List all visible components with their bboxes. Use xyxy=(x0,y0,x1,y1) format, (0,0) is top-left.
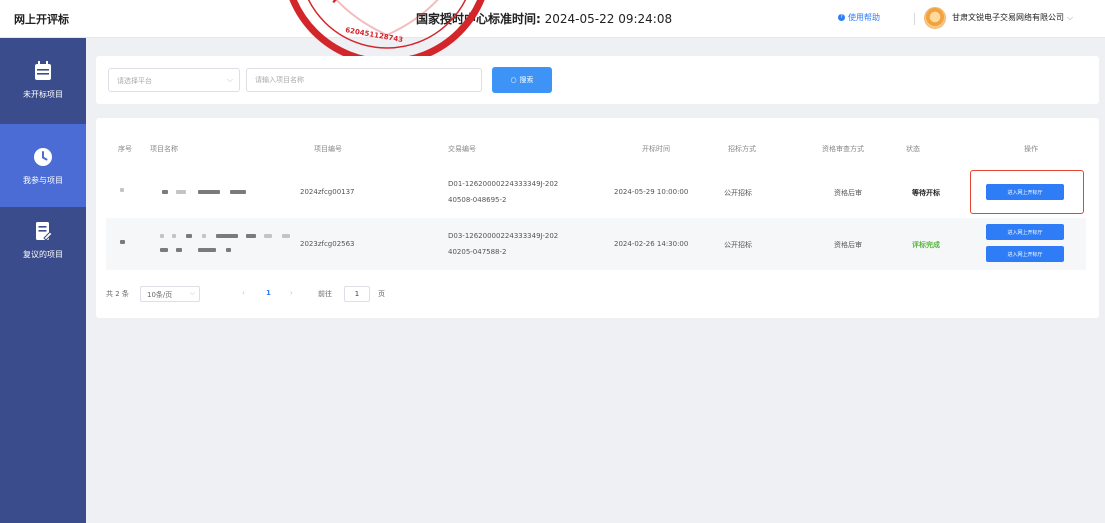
chevron-down-icon: ⌵ xyxy=(189,289,195,297)
project-name-blurred xyxy=(198,190,220,194)
project-name-blurred xyxy=(246,234,256,238)
server-time: 国家授时中心标准时间: 2024-05-22 09:24:08 xyxy=(416,10,672,27)
sidebar: 未开标项目 我参与项目 复议的项目 xyxy=(0,38,86,523)
review-method: 资格后审 xyxy=(834,189,862,197)
sidebar-item-label: 复议的项目 xyxy=(23,250,63,259)
col-project-name: 项目名称 xyxy=(150,145,178,153)
calendar-icon xyxy=(35,61,51,80)
search-icon: ○ xyxy=(510,76,517,84)
top-header: 网上开评标 国家授时中心标准时间: 2024-05-22 09:24:08 ? … xyxy=(0,0,1105,38)
page-size-value: 10条/页 xyxy=(147,291,173,299)
current-page[interactable]: 1 xyxy=(266,289,271,297)
project-name-blurred xyxy=(226,248,231,252)
server-time-label: 国家授时中心标准时间: xyxy=(416,12,541,26)
project-name-blurred xyxy=(160,248,168,252)
table-row: 2023zfcg02563 D03-12620000224333349J-202… xyxy=(106,218,1086,270)
goto-label: 前往 xyxy=(318,290,332,298)
page-size-select[interactable]: 10条/页 ⌵ xyxy=(140,286,200,302)
trade-code-line-2: 40508-048695-2 xyxy=(448,196,507,204)
project-name-blurred xyxy=(230,190,246,194)
filter-panel: 请选择平台 ⌵ ○ 搜索 xyxy=(96,56,1099,104)
project-name-input[interactable] xyxy=(246,68,482,92)
project-code: 2023zfcg02563 xyxy=(300,240,355,248)
next-page-icon[interactable]: › xyxy=(290,289,293,297)
company-name: 甘肃文锐电子交易网络有限公司 xyxy=(952,13,1064,22)
platform-select[interactable]: 请选择平台 ⌵ xyxy=(108,68,240,92)
clock-icon xyxy=(34,148,52,166)
document-edit-icon xyxy=(36,222,53,241)
project-name-blurred xyxy=(176,248,182,252)
app-title: 网上开评标 xyxy=(14,13,69,26)
project-code: 2024zfcg00137 xyxy=(300,188,355,196)
project-name-blurred xyxy=(162,190,168,194)
project-name-blurred xyxy=(160,234,164,238)
avatar[interactable] xyxy=(924,7,946,29)
project-name-blurred xyxy=(198,248,216,252)
help-link[interactable]: ? 使用帮助 xyxy=(838,12,880,23)
pagination: 共 2 条 10条/页 ⌵ ‹ 1 › 前往 页 xyxy=(106,286,606,302)
trade-code-line-1: D01-12620000224333349J-202 xyxy=(448,180,559,188)
chevron-down-icon: ⌵ xyxy=(1067,12,1074,22)
col-project-code: 项目编号 xyxy=(314,145,342,153)
header-divider xyxy=(914,13,915,25)
sidebar-item-label: 未开标项目 xyxy=(23,90,63,99)
project-name-blurred xyxy=(282,234,290,238)
table-row: 2024zfcg00137 D01-12620000224333349J-202… xyxy=(106,166,1086,218)
col-review: 资格审查方式 xyxy=(822,145,864,153)
row-index-blurred xyxy=(120,188,124,192)
enter-hall-button-secondary[interactable]: 进入网上开标厅 xyxy=(986,246,1064,262)
status-badge: 评标完成 xyxy=(912,241,940,249)
project-name-blurred xyxy=(172,234,176,238)
help-link-label: 使用帮助 xyxy=(848,13,880,22)
page-unit: 页 xyxy=(378,290,385,298)
trade-code-line-2: 40205-047588-2 xyxy=(448,248,507,256)
total-count: 共 2 条 xyxy=(106,290,129,298)
col-status: 状态 xyxy=(906,145,920,153)
search-button[interactable]: ○ 搜索 xyxy=(492,67,552,93)
enter-hall-button[interactable]: 进入网上开标厅 xyxy=(986,224,1064,240)
chevron-down-icon: ⌵ xyxy=(226,75,233,84)
company-menu[interactable]: 甘肃文锐电子交易网络有限公司 ⌵ xyxy=(952,12,1073,23)
project-name-blurred xyxy=(216,234,238,238)
project-table: 序号 项目名称 项目编号 交易编号 开标时间 招标方式 资格审查方式 状态 操作… xyxy=(96,118,1099,318)
project-name-blurred xyxy=(264,234,272,238)
sidebar-item-participating[interactable]: 我参与项目 xyxy=(0,124,86,207)
trade-code-line-1: D03-12620000224333349J-202 xyxy=(448,232,559,240)
enter-hall-button[interactable]: 进入网上开标厅 xyxy=(986,184,1064,200)
review-method: 资格后审 xyxy=(834,241,862,249)
bid-method: 公开招标 xyxy=(724,241,752,249)
server-time-value: 2024-05-22 09:24:08 xyxy=(544,12,673,26)
col-trade-code: 交易编号 xyxy=(448,145,476,153)
project-name-blurred xyxy=(202,234,206,238)
prev-page-icon[interactable]: ‹ xyxy=(242,289,245,297)
goto-page-input[interactable] xyxy=(344,286,370,302)
project-name-blurred xyxy=(186,234,192,238)
help-icon: ? xyxy=(838,14,845,21)
table-header: 序号 项目名称 项目编号 交易编号 开标时间 招标方式 资格审查方式 状态 操作 xyxy=(106,144,1086,158)
col-index: 序号 xyxy=(118,145,132,153)
open-time: 2024-02-26 14:30:00 xyxy=(614,240,689,248)
project-name-blurred xyxy=(176,190,186,194)
sidebar-item-reconsider[interactable]: 复议的项目 xyxy=(0,198,86,281)
sidebar-item-label: 我参与项目 xyxy=(23,176,63,185)
col-method: 招标方式 xyxy=(728,145,756,153)
col-open-time: 开标时间 xyxy=(642,145,670,153)
bid-method: 公开招标 xyxy=(724,189,752,197)
search-button-label: 搜索 xyxy=(519,76,534,84)
platform-select-placeholder: 请选择平台 xyxy=(117,77,152,85)
status-badge: 等待开标 xyxy=(912,189,940,197)
row-index-blurred xyxy=(120,240,125,244)
sidebar-item-pending[interactable]: 未开标项目 xyxy=(0,38,86,121)
col-action: 操作 xyxy=(1024,145,1038,153)
open-time: 2024-05-29 10:00:00 xyxy=(614,188,689,196)
